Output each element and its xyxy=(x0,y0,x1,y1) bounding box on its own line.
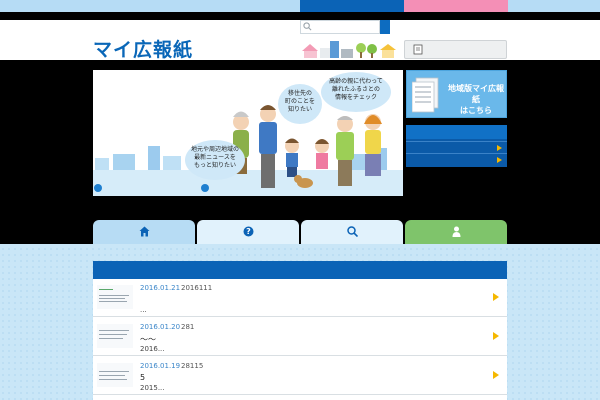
regional-edition-banner[interactable]: 地域版マイ広報紙 はこちら xyxy=(406,70,507,118)
bubble-text: 離れたふるさとの xyxy=(332,86,380,93)
tab-search[interactable] xyxy=(301,220,403,244)
speech-bubble-hometown: 高齢の親に代わって 離れたふるさとの 情報をチェック xyxy=(321,72,391,112)
chevron-right-icon xyxy=(493,293,499,301)
news-title: ～～ xyxy=(140,335,156,344)
banner-line: はこちら xyxy=(460,106,492,115)
bubble-text: もっと知りたい xyxy=(193,162,236,169)
slide-indicator-next[interactable] xyxy=(201,184,209,192)
chevron-right-icon xyxy=(493,371,499,379)
news-date: 2016.01.20 xyxy=(140,323,181,331)
news-issue-number: 2016111 xyxy=(181,284,213,292)
news-summary: ... xyxy=(140,306,147,314)
side-menu-item[interactable] xyxy=(406,153,507,165)
news-summary: 2016... xyxy=(140,345,165,353)
news-issue-number: 28115 xyxy=(181,362,204,370)
bubble-text: 地元や周辺地域の xyxy=(190,146,239,153)
news-summary: 2015... xyxy=(140,384,165,392)
user-icon xyxy=(452,226,461,237)
news-title: 5 xyxy=(140,373,146,382)
bubble-text: 高齢の親に代わって xyxy=(329,78,383,85)
top-color-bar xyxy=(0,0,600,12)
top-bar-edge xyxy=(508,0,600,12)
news-date: 2016.01.21 xyxy=(140,284,181,292)
document-icon xyxy=(413,44,423,55)
top-bar-blue-segment xyxy=(300,0,404,12)
tab-mypage[interactable] xyxy=(405,220,507,244)
header-stripe xyxy=(0,12,600,20)
site-header: マイ広報紙 xyxy=(0,20,600,62)
home-icon xyxy=(139,226,150,237)
bubble-text: 移住先の xyxy=(287,90,312,97)
login-button[interactable] xyxy=(404,40,507,59)
hero-slideshow[interactable]: 地元や周辺地域の 最新ニュースを もっと知りたい 移住先の 町のことを 知りたい… xyxy=(93,70,403,196)
speech-bubble-relocation: 移住先の 町のことを 知りたい xyxy=(278,84,322,124)
news-panel: 2016.01.21 2016111 ... 2016.01.20 281 ～～… xyxy=(93,261,507,400)
tab-help[interactable]: ? xyxy=(197,220,299,244)
news-issue-number: 281 xyxy=(181,323,195,331)
search-button[interactable] xyxy=(380,20,390,34)
tab-home[interactable] xyxy=(93,220,195,244)
bubble-text: 町のことを xyxy=(284,98,315,105)
news-item[interactable]: 2016.01.21 2016111 ... xyxy=(93,279,507,317)
news-thumbnail xyxy=(97,324,133,348)
news-item[interactable]: 2016.01.19 28115 5 2015... xyxy=(93,357,507,395)
chevron-right-icon xyxy=(497,157,502,163)
news-panel-header xyxy=(93,261,507,279)
bubble-text: 情報をチェック xyxy=(334,94,377,101)
search-icon xyxy=(303,22,312,31)
banner-line: 地域版マイ広報紙 xyxy=(448,84,504,104)
news-thumbnail xyxy=(97,363,133,387)
speech-bubble-news: 地元や周辺地域の 最新ニュースを もっと知りたい xyxy=(185,140,245,180)
slide-indicator-prev[interactable] xyxy=(94,184,102,192)
help-icon: ? xyxy=(243,226,254,237)
top-bar-pink-segment xyxy=(404,0,508,12)
bubble-text: 最新ニュースを xyxy=(194,154,236,161)
news-date: 2016.01.19 xyxy=(140,362,181,370)
search-icon xyxy=(347,226,358,237)
regional-edition-label: 地域版マイ広報紙 はこちら xyxy=(447,83,505,116)
chevron-right-icon xyxy=(497,145,502,151)
search-input[interactable] xyxy=(300,20,380,34)
bubble-text: 知りたい xyxy=(287,106,312,113)
newspaper-icon xyxy=(412,77,439,113)
site-logo[interactable]: マイ広報紙 xyxy=(93,35,193,62)
svg-text:?: ? xyxy=(246,227,251,236)
side-menu-header xyxy=(406,125,507,139)
news-item[interactable]: 2016.01.20 281 ～～ 2016... xyxy=(93,318,507,356)
side-menu xyxy=(406,125,507,167)
chevron-right-icon xyxy=(493,332,499,340)
side-menu-item[interactable] xyxy=(406,141,507,153)
town-illustration xyxy=(302,41,396,58)
news-thumbnail xyxy=(97,285,133,309)
